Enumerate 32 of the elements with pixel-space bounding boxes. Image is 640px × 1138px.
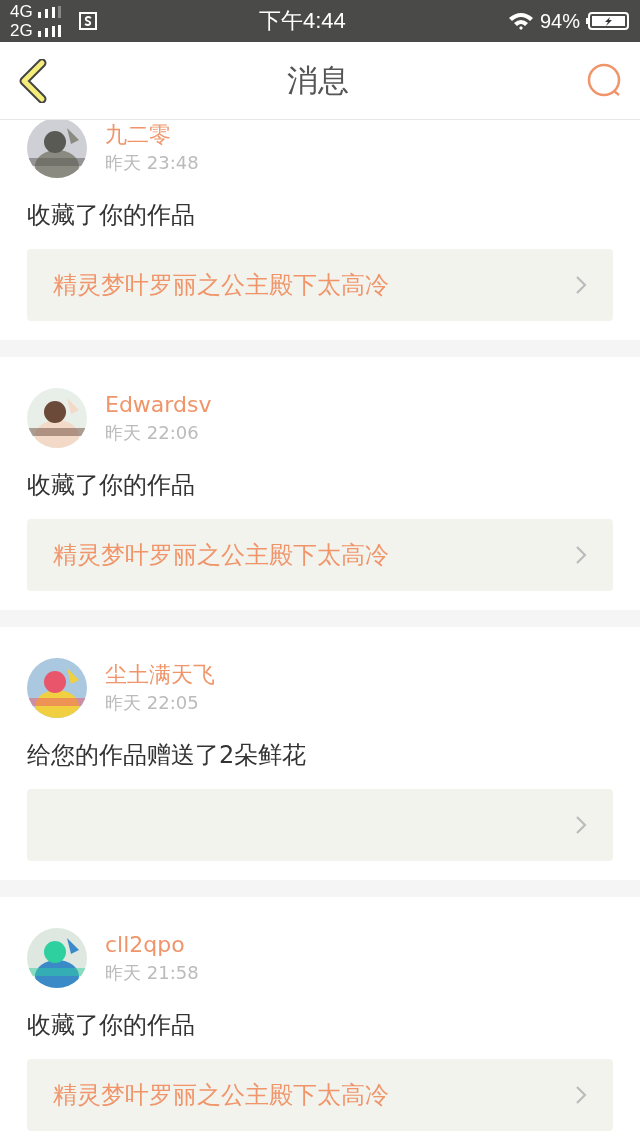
work-title: 精灵梦叶罗丽之公主殿下太高冷: [53, 540, 390, 571]
activity-text: 收藏了你的作品: [27, 200, 196, 231]
chevron-right-icon: [575, 815, 587, 835]
timestamp: 昨天 21:58: [105, 962, 199, 984]
chevron-right-icon: [575, 275, 587, 295]
work-link[interactable]: 精灵梦叶罗丽之公主殿下太高冷: [27, 1059, 613, 1131]
timestamp: 昨天 22:05: [105, 692, 200, 714]
work-title: 精灵梦叶罗丽之公主殿下太高冷: [53, 270, 390, 301]
user-name[interactable]: cll2qpo: [105, 932, 199, 958]
work-link[interactable]: 精灵梦叶罗丽之公主殿下太高冷: [27, 249, 613, 321]
clock: 下午4:44: [258, 8, 346, 33]
user-name[interactable]: Edwardsv: [105, 392, 212, 418]
timestamp: 昨天 23:48: [105, 152, 199, 174]
wifi-icon: [507, 11, 534, 31]
page-title: 消息: [287, 60, 349, 100]
notification-icon: [78, 12, 97, 30]
battery-percent: 94%: [539, 9, 580, 33]
network-label: 4G: [10, 2, 33, 21]
activity-text: 收藏了你的作品: [27, 1010, 196, 1041]
user-name[interactable]: 尘土满天飞: [105, 662, 215, 688]
signal-icon: [36, 5, 61, 18]
battery-icon: [586, 11, 630, 31]
activity-text: 给您的作品赠送了2朵鲜花: [27, 740, 308, 771]
activity-text: 收藏了你的作品: [27, 470, 196, 501]
network-label: 2G: [10, 21, 33, 40]
signal-icon: [36, 24, 61, 37]
chevron-right-icon: [575, 1085, 587, 1105]
work-link[interactable]: 精灵梦叶罗丽之公主殿下太高冷: [27, 519, 613, 591]
user-name[interactable]: 九二零: [105, 122, 199, 148]
timestamp: 昨天 22:06: [105, 422, 200, 444]
chevron-right-icon: [575, 545, 587, 565]
work-title: 精灵梦叶罗丽之公主殿下太高冷: [53, 1080, 390, 1111]
